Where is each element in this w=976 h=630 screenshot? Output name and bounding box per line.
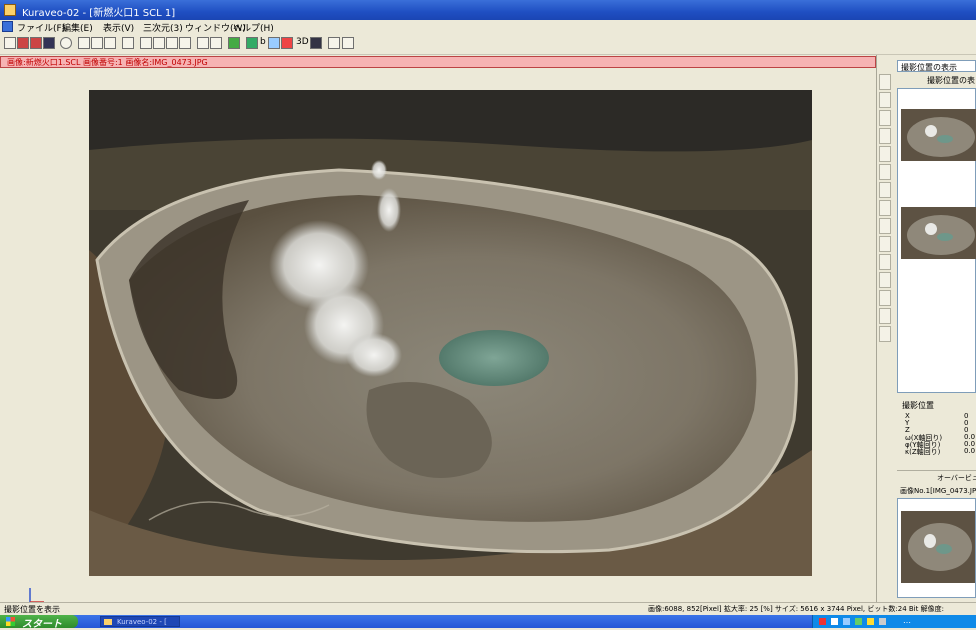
system-tray: … [812,615,976,628]
toolbar: b 3D [0,34,976,55]
menu-view[interactable]: 表示(V) [103,21,134,34]
tab-15[interactable] [879,326,891,342]
overview-header: オーバービュー [897,470,976,483]
frame-icon[interactable] [140,37,152,49]
tray-icon[interactable] [819,618,826,625]
start-button[interactable]: スタート [0,615,78,630]
excel-icon[interactable] [228,37,240,49]
panel-header: 撮影位置の表 [897,74,976,86]
document-icon[interactable] [2,21,13,32]
rows-icon[interactable] [179,37,191,49]
grid-icon[interactable] [78,37,90,49]
image-icon[interactable] [268,37,280,49]
film-icon[interactable] [310,37,322,49]
print-icon[interactable] [60,37,72,49]
tray-icon[interactable] [855,618,862,625]
tab-2[interactable] [879,92,891,108]
status-bar: 撮影位置を表示 画像:6088, 852[Pixel] 拡大率: 25 [%] … [0,602,976,616]
table-icon[interactable] [153,37,165,49]
clock: … [903,616,911,625]
tab-6[interactable] [879,164,891,180]
panel-header-label: 撮影位置の表 [927,76,975,85]
menu-help[interactable]: ヘルプ(H) [233,21,274,34]
image-thumbnail[interactable] [901,207,976,259]
position-value: 0.0 [964,447,976,455]
copy-icon[interactable] [342,37,354,49]
status-right: 画像:6088, 852[Pixel] 拡大率: 25 [%] サイズ: 561… [648,605,944,613]
taskbar-app-button[interactable]: Kuraveo-02 - [ [100,616,180,627]
b-label: b [260,37,266,47]
app-icon[interactable] [4,4,16,16]
crater-image [89,90,812,576]
open-file-icon[interactable] [17,37,29,49]
dropdown-value: 撮影位置の表示 [901,63,957,72]
tab-12[interactable] [879,272,891,288]
menu-file[interactable]: ファイル(F) [17,21,65,34]
tab-14[interactable] [879,308,891,324]
position-label: κ(Z軸回り) [905,448,941,456]
open-project-icon[interactable] [30,37,42,49]
tab-13[interactable] [879,290,891,306]
tray-icon[interactable] [831,618,838,625]
menu-edit[interactable]: 編集(E) [62,21,93,34]
vertical-tab-strip [876,74,896,344]
tab-8[interactable] [879,200,891,216]
new-file-icon[interactable] [4,37,16,49]
overview-image-name-text: 画像No.1[IMG_0473.JPG] [900,487,976,495]
title-bar: Kuraveo-02 - [新燃火口1 SCL 1] [0,0,976,20]
tab-4[interactable] [879,128,891,144]
camera-position-box: 撮影位置 X 0 Y 0 Z 0 ω(X軸回り) 0.0 φ(Y軸回り) 0.0… [897,396,976,462]
line-icon[interactable] [104,37,116,49]
arrow-right-icon[interactable] [197,37,209,49]
tray-icon[interactable] [843,618,850,625]
image-thumbnail[interactable] [901,109,976,161]
app-icon [104,619,112,625]
overview-image[interactable] [897,498,976,598]
status-left: 撮影位置を表示 [4,605,60,614]
save-icon[interactable] [43,37,55,49]
crater-photo[interactable] [89,90,812,576]
red-grid-icon[interactable] [281,37,293,49]
image-path-bar: 画像:新燃火口1.SCL 画像番号:1 画像名:IMG_0473.JPG [0,56,876,68]
image-path-text: 画像:新燃火口1.SCL 画像番号:1 画像名:IMG_0473.JPG [7,58,208,67]
menu-bar: ファイル(F) 編集(E) 表示(V) 三次元(3) ウィンドウ(W) ヘルプ(… [0,20,976,34]
arrow-end-icon[interactable] [210,37,222,49]
chart-icon[interactable] [246,37,258,49]
overview-image-name: 画像No.1[IMG_0473.JPG] [897,484,976,496]
tab-3[interactable] [879,110,891,126]
point-icon[interactable] [91,37,103,49]
tab-11[interactable] [879,254,891,270]
tray-icon[interactable] [879,618,886,625]
display-mode-dropdown[interactable]: 撮影位置の表示 [897,60,976,72]
taskbar: スタート Kuraveo-02 - [ … [0,615,976,630]
tab-5[interactable] [879,146,891,162]
windows-logo-icon [6,617,15,626]
position-title: 撮影位置 [902,401,934,410]
3d-button[interactable]: 3D [296,37,309,47]
tab-1[interactable] [879,74,891,90]
tab-7[interactable] [879,182,891,198]
tab-10[interactable] [879,236,891,252]
measure-icon[interactable] [122,37,134,49]
tab-9[interactable] [879,218,891,234]
zoom-icon[interactable] [328,37,340,49]
taskbar-app-label: Kuraveo-02 - [ [117,618,167,626]
window-title: Kuraveo-02 - [新燃火口1 SCL 1] [22,8,176,19]
columns-icon[interactable] [166,37,178,49]
tray-icon[interactable] [867,618,874,625]
overview-label: オーバービュー [937,474,976,482]
image-list[interactable] [897,88,976,393]
menu-3d[interactable]: 三次元(3) [143,21,183,34]
